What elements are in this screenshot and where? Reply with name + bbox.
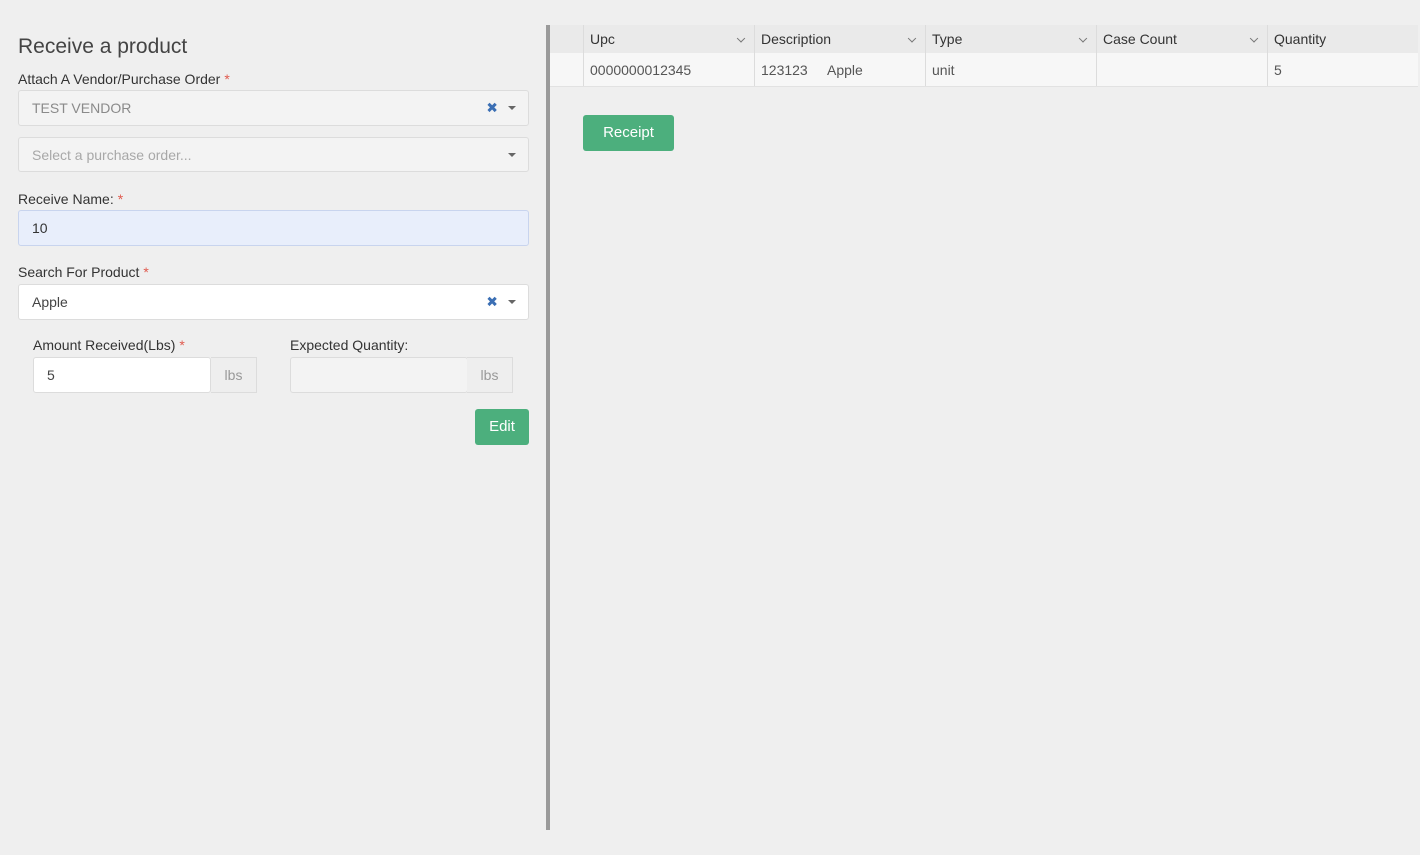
column-header-type[interactable]: Type (926, 25, 1097, 53)
purchase-order-placeholder: Select a purchase order... (32, 146, 192, 163)
chevron-down-icon[interactable] (1249, 34, 1259, 43)
chevron-down-icon[interactable] (736, 34, 746, 43)
chevron-down-icon[interactable] (508, 152, 516, 157)
product-search-value: Apple (32, 294, 68, 310)
column-header-case-count[interactable]: Case Count (1097, 25, 1268, 53)
vendor-label: Attach A Vendor/Purchase Order * (18, 71, 230, 87)
receive-name-value: 10 (32, 220, 48, 236)
page-title: Receive a product (18, 35, 188, 58)
amount-received-label: Amount Received(Lbs) * (33, 337, 185, 353)
row-selector[interactable] (550, 53, 584, 86)
chevron-down-icon[interactable] (1078, 34, 1088, 43)
clear-product-icon[interactable]: ✖ (486, 294, 498, 311)
description-name: Apple (827, 61, 863, 78)
required-mark: * (179, 337, 185, 353)
product-label: Search For Product * (18, 264, 149, 280)
expected-unit-addon: lbs (467, 357, 513, 393)
amount-received-value: 5 (47, 367, 55, 383)
receipt-button[interactable]: Receipt (583, 115, 674, 151)
amount-unit-addon: lbs (211, 357, 257, 393)
table-row[interactable]: 0000000012345 123123 Apple unit 5 (550, 53, 1418, 87)
column-header-quantity[interactable]: Quantity (1268, 25, 1418, 53)
receive-name-input[interactable]: 10 (18, 210, 529, 246)
expected-quantity-input[interactable] (290, 357, 468, 393)
required-mark: * (224, 71, 230, 87)
column-header-description[interactable]: Description (755, 25, 926, 53)
clear-vendor-icon[interactable]: ✖ (486, 100, 498, 117)
product-search-select[interactable]: Apple ✖ (18, 284, 529, 320)
cell-type[interactable]: unit (926, 53, 1097, 86)
chevron-down-icon[interactable] (508, 300, 516, 304)
required-mark: * (143, 264, 149, 280)
required-mark: * (117, 191, 124, 207)
vendor-select-value: TEST VENDOR (32, 100, 132, 116)
cell-description[interactable]: 123123 Apple (755, 53, 926, 86)
cell-quantity[interactable]: 5 (1268, 53, 1418, 86)
chevron-down-icon[interactable] (508, 106, 516, 110)
amount-received-input[interactable]: 5 (33, 357, 211, 393)
receive-form-panel: Receive a product Attach A Vendor/Purcha… (0, 25, 546, 830)
items-panel: Upc Description Type Case Count Quantity… (550, 25, 1420, 830)
purchase-order-select[interactable]: Select a purchase order... (18, 137, 529, 172)
column-header-upc[interactable]: Upc (584, 25, 755, 53)
chevron-down-icon[interactable] (907, 34, 917, 43)
grid-header-row: Upc Description Type Case Count Quantity (550, 25, 1418, 54)
vendor-select[interactable]: TEST VENDOR ✖ (18, 90, 529, 126)
receive-name-label: Receive Name: * (18, 191, 124, 207)
cell-upc[interactable]: 0000000012345 (584, 53, 755, 86)
cell-case-count[interactable] (1097, 53, 1268, 86)
edit-button[interactable]: Edit (475, 409, 529, 445)
expected-quantity-label: Expected Quantity: (290, 337, 409, 353)
description-code: 123123 (761, 61, 808, 78)
grid-header-selector (550, 25, 584, 53)
